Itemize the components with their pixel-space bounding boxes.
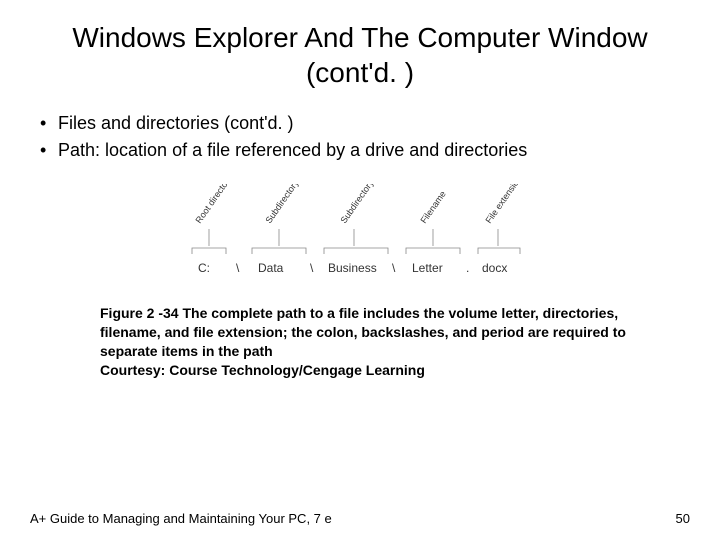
path-separator: \ [392, 261, 396, 275]
figure-number: Figure 2 -34 [100, 305, 179, 321]
path-separator: . [466, 261, 469, 275]
path-segment: docx [482, 261, 507, 275]
path-separator: \ [236, 261, 240, 275]
page-title: Windows Explorer And The Computer Window… [30, 20, 690, 90]
path-separator: \ [310, 261, 314, 275]
path-segment: Business [328, 261, 377, 275]
footer-source: A+ Guide to Managing and Maintaining You… [30, 511, 332, 526]
path-segment: C: [198, 261, 210, 275]
figure-text: The complete path to a file includes the… [100, 305, 626, 359]
list-item: Files and directories (cont'd. ) [40, 110, 690, 137]
path-segment: Data [258, 261, 284, 275]
bullet-list: Files and directories (cont'd. ) Path: l… [40, 110, 690, 164]
path-diagram: Root directory Subdirectory to root Subd… [30, 184, 690, 294]
diagram-label: Root directory [193, 184, 234, 225]
list-item: Path: location of a file referenced by a… [40, 137, 690, 164]
slide-footer: A+ Guide to Managing and Maintaining You… [30, 511, 690, 526]
path-segment: Letter [412, 261, 443, 275]
figure-caption: Figure 2 -34 The complete path to a file… [100, 304, 635, 380]
diagram-label: Filename [418, 189, 447, 225]
figure-courtesy: Courtesy: Course Technology/Cengage Lear… [100, 361, 635, 380]
diagram-label: Subdirectory to root [263, 184, 317, 225]
slide: Windows Explorer And The Computer Window… [0, 0, 720, 540]
diagram-label: File extension [483, 184, 523, 225]
page-number: 50 [676, 511, 690, 526]
diagram-label: Subdirectory to data [338, 184, 392, 225]
